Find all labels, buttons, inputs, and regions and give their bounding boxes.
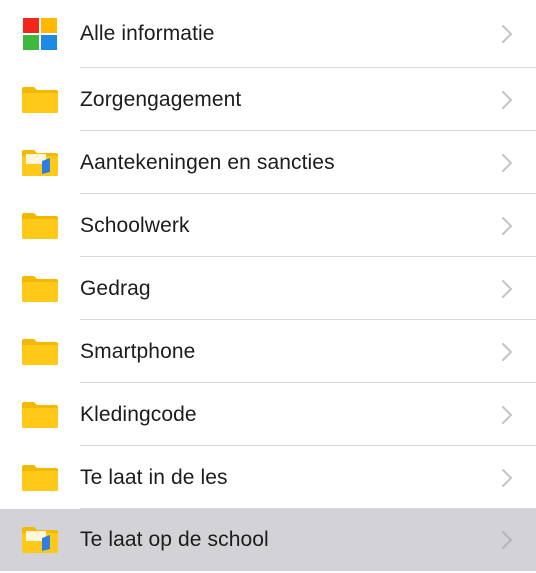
list-item-label: Smartphone bbox=[80, 339, 196, 363]
folder-icon bbox=[22, 274, 58, 304]
list-item-te-laat-in-de-les[interactable]: Te laat in de les bbox=[0, 446, 536, 509]
list-item-gedrag[interactable]: Gedrag bbox=[0, 257, 536, 320]
list-item-smartphone[interactable]: Smartphone bbox=[0, 320, 536, 383]
chevron-right-icon bbox=[502, 153, 512, 172]
list-item-label: Te laat in de les bbox=[80, 465, 228, 489]
list-item-zorgengagement[interactable]: Zorgengagement bbox=[0, 68, 536, 131]
list-item-label: Kledingcode bbox=[80, 402, 197, 426]
shared-folder-icon bbox=[22, 148, 58, 178]
list-item-schoolwerk[interactable]: Schoolwerk bbox=[0, 194, 536, 257]
chevron-right-icon bbox=[502, 405, 512, 424]
folder-list: Alle informatie Zorgengagement Aantekeni… bbox=[0, 0, 536, 573]
list-item-label: Alle informatie bbox=[80, 22, 215, 45]
list-item-aantekeningen-en-sancties[interactable]: Aantekeningen en sancties bbox=[0, 131, 536, 194]
shared-folder-icon bbox=[22, 525, 58, 555]
chevron-right-icon bbox=[502, 279, 512, 298]
folder-icon bbox=[22, 337, 58, 367]
list-item-label: Te laat op de school bbox=[80, 528, 269, 551]
chevron-right-icon bbox=[502, 342, 512, 361]
folder-icon bbox=[22, 85, 58, 115]
folder-icon bbox=[22, 463, 58, 493]
folder-icon bbox=[22, 211, 58, 241]
chevron-right-icon bbox=[502, 25, 512, 43]
chevron-right-icon bbox=[502, 90, 512, 109]
list-item-te-laat-op-de-school[interactable]: Te laat op de school bbox=[0, 509, 536, 571]
list-item-alle-informatie[interactable]: Alle informatie bbox=[0, 0, 536, 68]
chevron-right-icon bbox=[502, 531, 512, 549]
list-item-label: Aantekeningen en sancties bbox=[80, 150, 335, 174]
chevron-right-icon bbox=[502, 468, 512, 487]
color-grid-icon bbox=[22, 18, 58, 50]
list-item-label: Schoolwerk bbox=[80, 213, 190, 237]
list-item-kledingcode[interactable]: Kledingcode bbox=[0, 383, 536, 446]
folder-icon bbox=[22, 400, 58, 430]
list-item-label: Zorgengagement bbox=[80, 87, 242, 111]
chevron-right-icon bbox=[502, 216, 512, 235]
list-item-label: Gedrag bbox=[80, 276, 151, 300]
